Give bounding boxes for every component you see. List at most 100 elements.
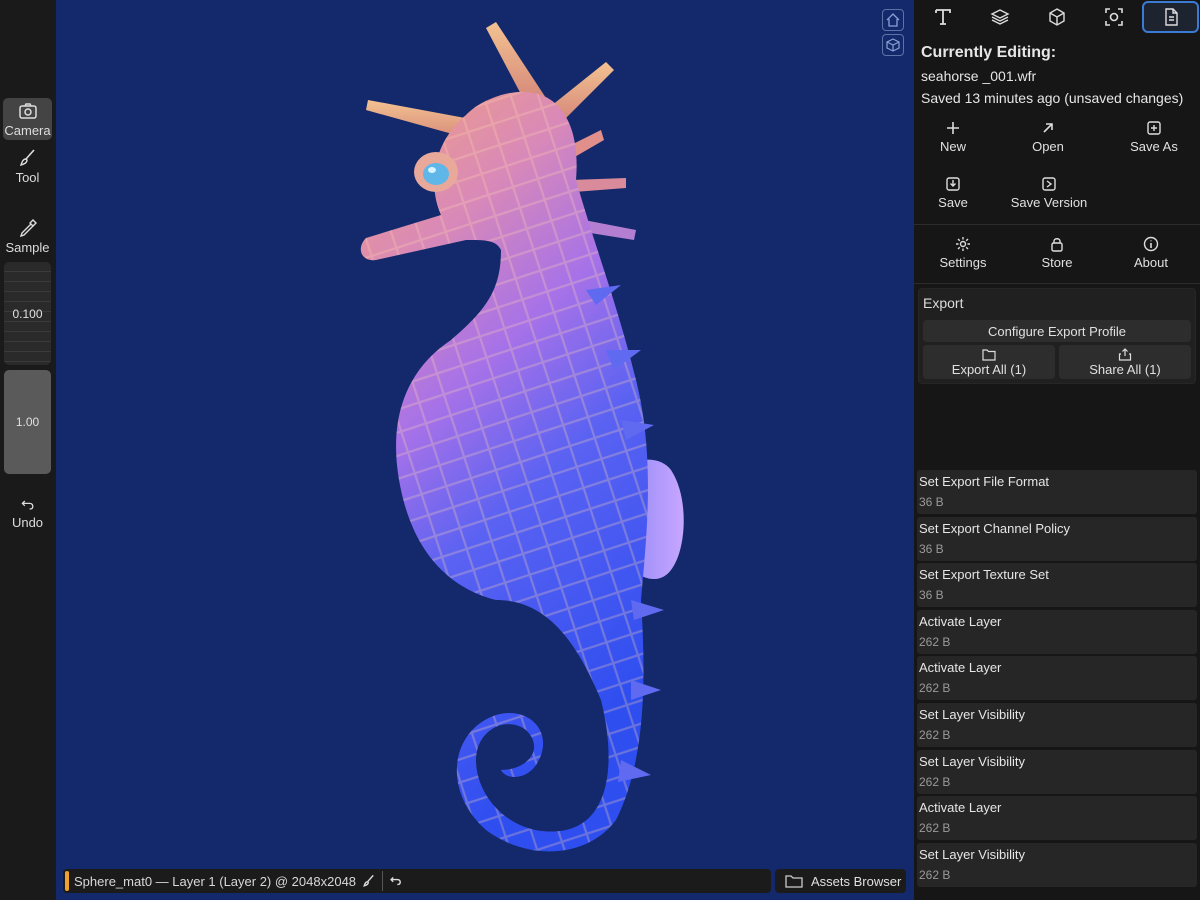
camera-label: Camera: [4, 122, 51, 138]
brush-size-slider[interactable]: 0.100: [4, 262, 51, 365]
cube-view-icon: [886, 38, 900, 52]
camera-icon: [18, 102, 37, 119]
brush-opacity-value: 1.00: [15, 415, 40, 429]
lock-icon: [1051, 238, 1063, 252]
history-item-size: 36 B: [919, 495, 944, 509]
tab-3d-model[interactable]: [1028, 1, 1085, 33]
history-item-size: 262 B: [919, 681, 951, 696]
divider: [914, 224, 1200, 225]
status-undo-icon[interactable]: [389, 874, 403, 888]
history-list: Set Export File Format 36 B Set Export Cha…: [917, 470, 1197, 889]
home-view-button[interactable]: [882, 9, 904, 31]
new-button[interactable]: New: [926, 120, 980, 154]
save-as-button[interactable]: Save As: [1124, 120, 1184, 154]
folder-icon: [982, 348, 996, 361]
export-heading: Export: [923, 295, 964, 311]
history-item-size: 262 B: [919, 867, 951, 882]
undo-icon: [20, 500, 33, 510]
left-toolbar: Camera Tool Sample 0.100 1.00 Undo: [0, 0, 56, 900]
undo-label: Undo: [11, 514, 44, 530]
editing-header: Currently Editing: seahorse _001.wfr Sav…: [921, 42, 1183, 109]
home-view-icon: [886, 13, 900, 27]
eyedropper-icon: [19, 218, 37, 237]
history-item[interactable]: Set Layer Visibility 262 B: [917, 749, 1197, 794]
new-label: New: [939, 139, 966, 154]
save-version-button[interactable]: Save Version: [1010, 176, 1088, 210]
history-item-title: Set Layer Visibility: [919, 846, 1025, 862]
seahorse-model: [360, 22, 684, 852]
tab-document[interactable]: [1142, 1, 1199, 33]
divider: [914, 283, 1200, 284]
history-item-title: Activate Layer: [919, 660, 1002, 676]
history-item[interactable]: Set Export File Format 36 B: [917, 470, 1197, 514]
tab-layers[interactable]: [971, 1, 1028, 33]
sample-label: Sample: [5, 239, 50, 255]
layers-icon: [989, 9, 1010, 25]
brush-size-value: 0.100: [12, 306, 43, 321]
history-item-title: Set Export Channel Policy: [919, 520, 1071, 536]
history-item[interactable]: Set Export Texture Set 36 B: [917, 563, 1197, 608]
history-item-size: 262 B: [919, 821, 951, 836]
store-label: Store: [1041, 255, 1073, 270]
tab-text-tool[interactable]: [914, 1, 971, 33]
open-button[interactable]: Open: [1020, 120, 1076, 154]
history-item[interactable]: Set Export Channel Policy 36 B: [917, 516, 1197, 561]
share-all-button[interactable]: Share All (1): [1059, 345, 1191, 379]
currently-editing-title: Currently Editing:: [921, 44, 1057, 61]
brush-opacity-slider[interactable]: 1.00: [4, 370, 51, 474]
history-item-size: 36 B: [919, 588, 944, 603]
about-button[interactable]: About: [1124, 236, 1178, 270]
3d-viewport[interactable]: [56, 0, 914, 900]
store-button[interactable]: Store: [1032, 236, 1082, 270]
undo-button[interactable]: Undo: [3, 494, 52, 532]
gear-icon: [956, 237, 970, 251]
info-icon: [1143, 236, 1159, 252]
open-label: Open: [1032, 139, 1064, 154]
save-icon: [946, 177, 960, 191]
save-button[interactable]: Save: [926, 176, 980, 210]
assets-browser-button[interactable]: Assets Browser: [775, 869, 906, 893]
camera-tool-button[interactable]: Camera: [3, 98, 52, 140]
export-all-button[interactable]: Export All (1): [923, 345, 1055, 379]
brush-small-icon[interactable]: [362, 874, 376, 888]
arrow-up-right-icon: [1043, 123, 1053, 133]
history-item[interactable]: Activate Layer 262 B: [917, 796, 1197, 841]
brush-icon: [19, 148, 35, 166]
history-item[interactable]: Set Layer Visibility 262 B: [917, 702, 1197, 747]
status-accent-indicator: [65, 871, 69, 891]
about-label: About: [1134, 255, 1168, 270]
layer-status-text: Sphere_mat0 — Layer 1 (Layer 2) @ 2048x2…: [74, 873, 357, 889]
settings-button[interactable]: Settings: [934, 236, 992, 270]
history-item[interactable]: Activate Layer 262 B: [917, 656, 1197, 701]
right-panel: Currently Editing: seahorse _001.wfr Sav…: [914, 0, 1200, 900]
history-item-size: 262 B: [919, 774, 951, 789]
assets-browser-label: Assets Browser: [811, 873, 902, 889]
history-item-size: 262 B: [919, 727, 951, 742]
cube-view-button[interactable]: [882, 34, 904, 56]
save-version-label: Save Version: [1010, 195, 1088, 210]
history-item-title: Set Export Texture Set: [919, 567, 1049, 583]
configure-export-profile-button[interactable]: Configure Export Profile: [923, 320, 1191, 342]
panel-tab-bar: [914, 0, 1200, 34]
status-divider: [382, 871, 384, 891]
history-item-size: 36 B: [919, 541, 944, 556]
tab-focus[interactable]: [1085, 1, 1142, 33]
layer-status-bar[interactable]: Sphere_mat0 — Layer 1 (Layer 2) @ 2048x2…: [63, 869, 771, 893]
save-version-icon: [1042, 177, 1056, 191]
folder-icon: [785, 875, 803, 888]
history-item[interactable]: Set Layer Visibility 262 B: [917, 842, 1197, 887]
save-as-label: Save As: [1130, 139, 1178, 154]
share-all-label: Share All (1): [1089, 361, 1161, 377]
history-item-size: 262 B: [919, 634, 951, 649]
plus-square-icon: [1147, 121, 1161, 135]
export-section: Export Configure Export Profile Export A…: [918, 288, 1196, 384]
export-all-label: Export All (1): [951, 361, 1027, 377]
history-item[interactable]: Activate Layer 262 B: [917, 609, 1197, 654]
sample-tool-button[interactable]: Sample: [3, 214, 52, 258]
settings-label: Settings: [939, 255, 987, 270]
share-icon: [1118, 347, 1132, 361]
brush-tool-button[interactable]: Tool: [3, 144, 52, 188]
text-tool-icon: [934, 9, 951, 25]
save-label: Save: [938, 195, 968, 210]
tool-label: Tool: [15, 169, 40, 185]
